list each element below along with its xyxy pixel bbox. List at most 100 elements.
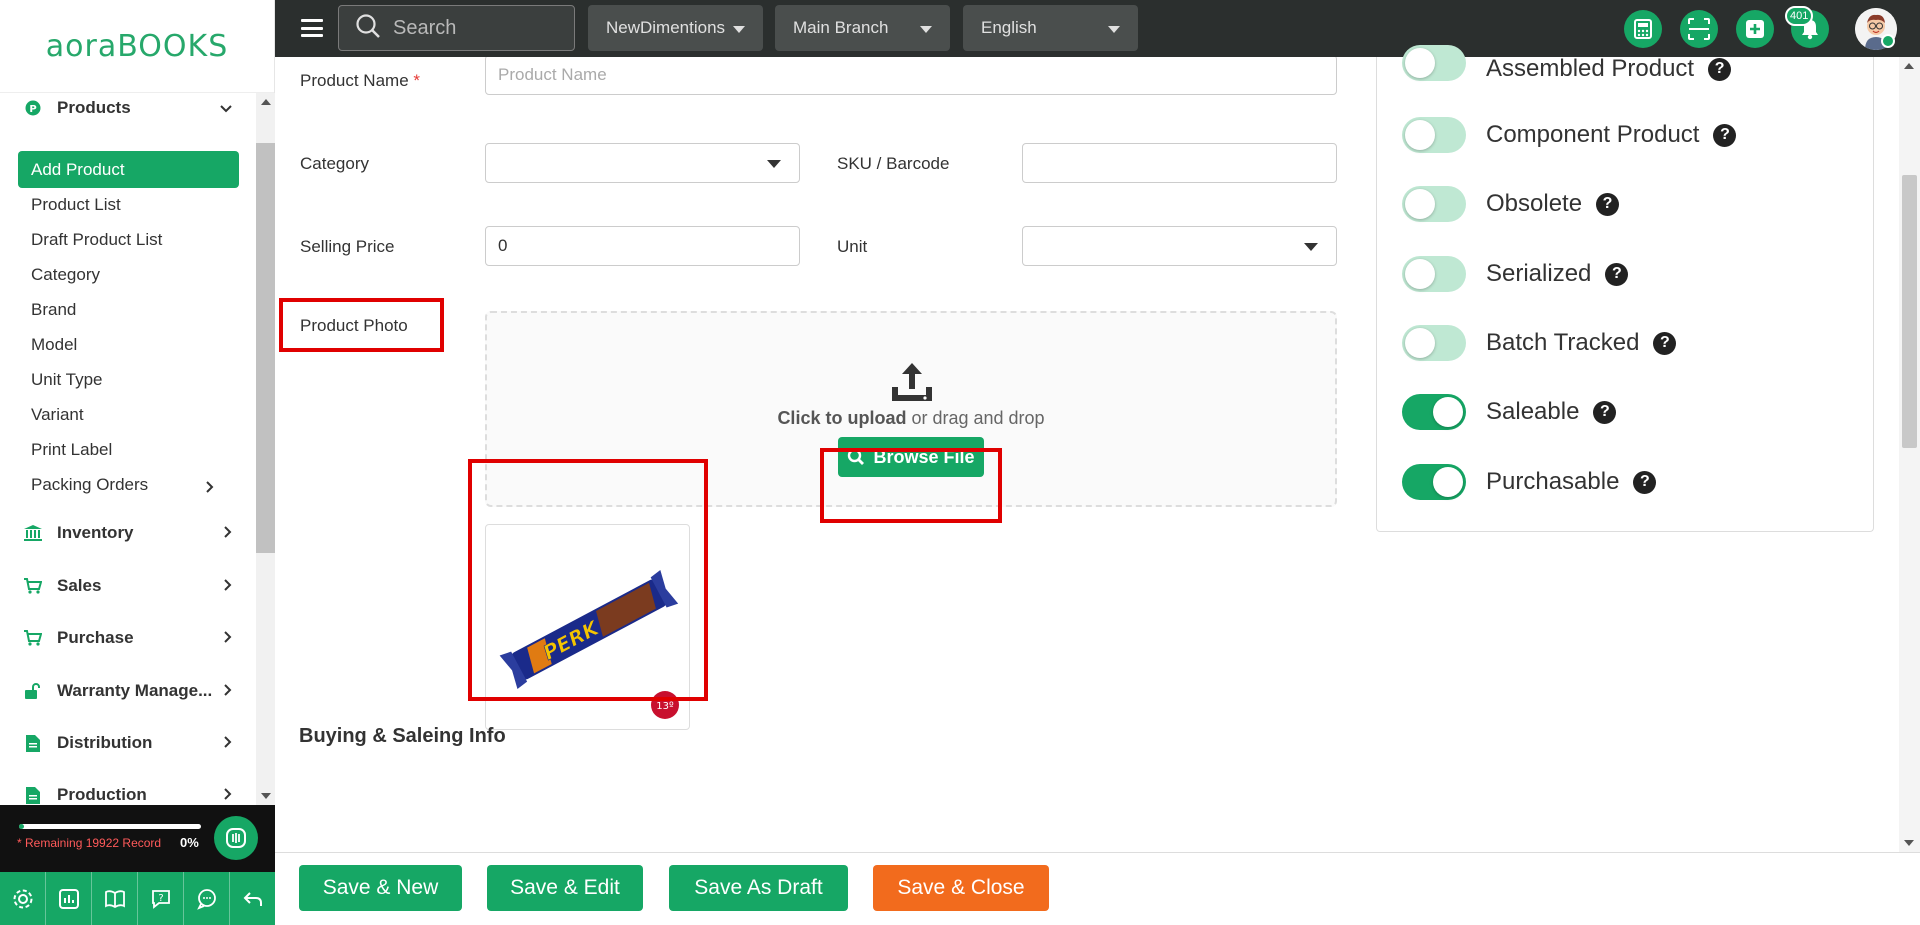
help-icon[interactable]: ? (1653, 331, 1677, 355)
sidebar-group-production[interactable]: Production (0, 785, 256, 805)
sidebar: aoraBOOKS P Products Add Product Product… (0, 0, 275, 925)
chevron-right-icon (224, 630, 232, 646)
sidebar-item-unit-type[interactable]: Unit Type (31, 370, 103, 390)
branch-select[interactable]: Main Branch (775, 5, 950, 51)
selling-price-input[interactable]: 0 (485, 226, 800, 266)
sidebar-scrollbar[interactable] (256, 93, 275, 805)
chevron-right-icon (206, 478, 214, 498)
page-scrollbar[interactable] (1899, 57, 1920, 852)
flag-assembled-product[interactable]: Assembled Product ? (1402, 45, 1732, 97)
calculator-icon[interactable] (1624, 10, 1662, 48)
search-box[interactable] (338, 5, 575, 51)
language-select[interactable]: English (963, 5, 1138, 51)
unit-select[interactable] (1022, 226, 1337, 266)
sidebar-group-sales[interactable]: Sales (0, 576, 256, 596)
sidebar-scrollbar-thumb[interactable] (256, 143, 275, 553)
sku-barcode-input[interactable] (1022, 143, 1337, 183)
flag-batch-tracked[interactable]: Batch Tracked ? (1402, 323, 1677, 363)
sidebar-group-inventory[interactable]: Inventory (0, 523, 256, 543)
scroll-down-arrow[interactable] (1904, 840, 1914, 846)
highlight-box (279, 298, 444, 352)
flag-obsolete[interactable]: Obsolete ? (1402, 184, 1620, 224)
highlight-box (468, 459, 708, 701)
selling-price-label: Selling Price (300, 237, 395, 256)
sidebar-group-warranty[interactable]: Warranty Manage... (0, 681, 256, 701)
obsolete-toggle[interactable] (1402, 186, 1466, 222)
sidebar-group-distribution[interactable]: Distribution (0, 733, 256, 753)
chevron-right-icon (224, 787, 232, 803)
logo[interactable]: aoraBOOKS (0, 0, 274, 93)
selling-price-value: 0 (498, 236, 508, 255)
save-as-draft-button[interactable]: Save As Draft (669, 865, 848, 911)
online-status-dot (1881, 34, 1895, 48)
sidebar-item-category[interactable]: Category (31, 265, 100, 285)
notification-badge: 401 (1785, 6, 1814, 26)
sidebar-item-model[interactable]: Model (31, 335, 77, 355)
scanner-icon[interactable] (1680, 10, 1718, 48)
caret-down-icon (1304, 243, 1318, 251)
flag-label: Assembled Product (1486, 55, 1695, 82)
help-chat-icon[interactable]: ? (138, 872, 184, 925)
help-icon[interactable]: ? (1708, 57, 1732, 81)
add-icon[interactable] (1736, 10, 1774, 48)
svg-text:?: ? (158, 893, 163, 904)
language-select-value: English (981, 18, 1037, 37)
report-icon[interactable] (46, 872, 92, 925)
help-icon[interactable]: ? (1596, 192, 1620, 216)
scroll-up-arrow[interactable] (261, 99, 271, 105)
upload-hint: Click to upload or drag and drop (487, 408, 1335, 429)
sidebar-group-products[interactable]: P Products (0, 98, 256, 117)
scroll-down-arrow[interactable] (261, 793, 271, 799)
sidebar-item-add-product[interactable]: Add Product (18, 151, 239, 188)
help-icon[interactable]: ? (1633, 470, 1657, 494)
help-icon[interactable]: ? (1593, 400, 1617, 424)
flag-label: Serialized (1486, 260, 1592, 287)
save-close-button[interactable]: Save & Close (873, 865, 1049, 911)
required-mark: * (413, 71, 421, 90)
book-icon[interactable] (92, 872, 138, 925)
flag-component-product[interactable]: Component Product ? (1402, 115, 1737, 155)
logout-icon[interactable] (230, 872, 275, 925)
save-new-button[interactable]: Save & New (299, 865, 462, 911)
flag-label: Batch Tracked (1486, 329, 1640, 356)
category-label: Category (300, 154, 369, 173)
flag-serialized[interactable]: Serialized ? (1402, 254, 1629, 294)
flag-saleable[interactable]: Saleable ? (1402, 392, 1617, 432)
page-scrollbar-thumb[interactable] (1902, 175, 1917, 448)
assembled-toggle[interactable] (1402, 45, 1466, 81)
serialized-toggle[interactable] (1402, 256, 1466, 292)
chevron-right-icon (224, 683, 232, 699)
record-usage-panel: * Remaining 19922 Record 0% ? (0, 805, 275, 925)
batch-tracked-toggle[interactable] (1402, 325, 1466, 361)
help-icon[interactable]: ? (1605, 262, 1629, 286)
hamburger-icon[interactable] (301, 19, 323, 37)
purchasable-toggle[interactable] (1402, 464, 1466, 500)
sidebar-menu: P Products Add Product Product List Draf… (0, 93, 275, 805)
sidebar-group-purchase[interactable]: Purchase (0, 628, 256, 648)
chat-icon[interactable] (184, 872, 230, 925)
flag-label: Component Product (1486, 121, 1700, 148)
record-progress-bar (19, 824, 201, 829)
sidebar-item-draft-product-list[interactable]: Draft Product List (31, 230, 162, 250)
category-select[interactable] (485, 143, 800, 183)
sidebar-item-variant[interactable]: Variant (31, 405, 84, 425)
sidebar-item-print-label[interactable]: Print Label (31, 440, 112, 460)
sidebar-item-packing-orders[interactable]: Packing Orders (31, 475, 231, 495)
save-edit-button[interactable]: Save & Edit (487, 865, 643, 911)
saleable-toggle[interactable] (1402, 394, 1466, 430)
flag-label: Purchasable (1486, 468, 1620, 495)
form-footer: Save & New Save & Edit Save As Draft Sav… (275, 852, 1920, 925)
product-name-input[interactable]: Product Name (485, 57, 1337, 95)
component-toggle[interactable] (1402, 117, 1466, 153)
flag-purchasable[interactable]: Purchasable ? (1402, 462, 1657, 502)
sidebar-item-brand[interactable]: Brand (31, 300, 76, 320)
sidebar-item-product-list[interactable]: Product List (31, 195, 121, 215)
company-select[interactable]: NewDimentions (588, 5, 763, 51)
logo-part-1: aora (45, 28, 118, 64)
ai-assistant-button[interactable] (214, 816, 258, 860)
search-input[interactable] (393, 16, 543, 40)
help-icon[interactable]: ? (1713, 123, 1737, 147)
scroll-up-arrow[interactable] (1904, 63, 1914, 69)
product-name-label: Product Name * (300, 71, 420, 91)
settings-icon[interactable] (0, 872, 46, 925)
